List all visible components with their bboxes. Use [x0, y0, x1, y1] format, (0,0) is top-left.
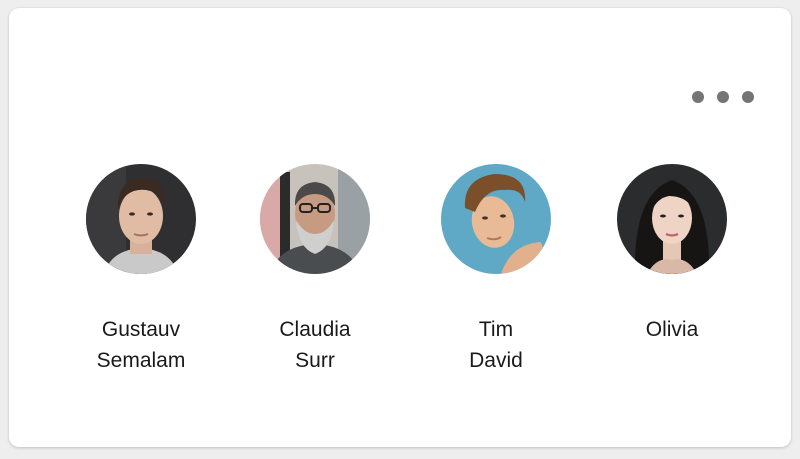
more-horizontal-icon-dot — [717, 91, 729, 103]
avatar — [617, 164, 727, 274]
person-name: Tim David — [469, 318, 523, 372]
more-horizontal-icon — [692, 91, 704, 103]
people-list: Gustauv Semalam Claudia Surr Tim David O… — [9, 164, 791, 404]
person-name: Gustauv Semalam — [96, 318, 186, 372]
avatar — [441, 164, 551, 274]
people-card: Gustauv Semalam Claudia Surr Tim David O… — [9, 8, 791, 447]
avatar — [260, 164, 370, 274]
person-item[interactable]: Claudia Surr — [240, 164, 390, 376]
person-item[interactable]: Gustauv Semalam — [66, 164, 216, 376]
more-options-button[interactable] — [692, 88, 754, 106]
person-name: Olivia — [645, 318, 699, 341]
person-item[interactable]: Olivia — [597, 164, 747, 345]
person-item[interactable]: Tim David — [421, 164, 571, 376]
person-name: Claudia Surr — [279, 318, 351, 372]
avatar — [86, 164, 196, 274]
more-horizontal-icon-dot — [742, 91, 754, 103]
